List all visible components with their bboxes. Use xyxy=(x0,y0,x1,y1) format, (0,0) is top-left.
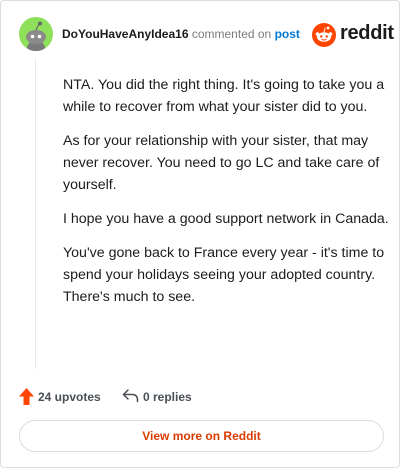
post-link[interactable]: post xyxy=(275,27,300,41)
upvote-arrow-icon xyxy=(19,388,34,405)
avatar[interactable] xyxy=(19,17,53,51)
upvote-count: 24 upvotes xyxy=(38,390,101,404)
reddit-wordmark: reddit xyxy=(340,22,394,44)
username[interactable]: DoYouHaveAnyIdea16 xyxy=(62,27,189,41)
upvote-button[interactable]: 24 upvotes xyxy=(19,387,109,407)
comment-header: DoYouHaveAnyIdea16 commented on post red… xyxy=(19,17,394,51)
comment-paragraph: NTA. You did the right thing. It's going… xyxy=(63,77,385,115)
comment-body: NTA. You did the right thing. It's going… xyxy=(63,74,393,320)
comment-paragraph: As for your relationship with your siste… xyxy=(63,133,380,193)
view-more-button[interactable]: View more on Reddit xyxy=(19,420,384,452)
reply-count: 0 replies xyxy=(143,390,192,404)
reddit-snoo-icon xyxy=(312,23,336,47)
thread-line xyxy=(35,59,36,369)
comment-actions: 24 upvotes 0 replies xyxy=(19,387,385,407)
commented-on-text: commented on xyxy=(191,27,272,41)
comment-embed-card: DoYouHaveAnyIdea16 commented on post red… xyxy=(0,0,400,468)
comment-paragraph: You've gone back to France every year - … xyxy=(63,245,385,305)
snoo-avatar-icon xyxy=(19,17,53,51)
replies-button[interactable]: 0 replies xyxy=(122,387,212,407)
comment-paragraph: I hope you have a good support network i… xyxy=(63,211,389,227)
comment-attribution: DoYouHaveAnyIdea16 commented on post xyxy=(62,27,300,41)
reply-arrow-icon xyxy=(122,389,139,403)
